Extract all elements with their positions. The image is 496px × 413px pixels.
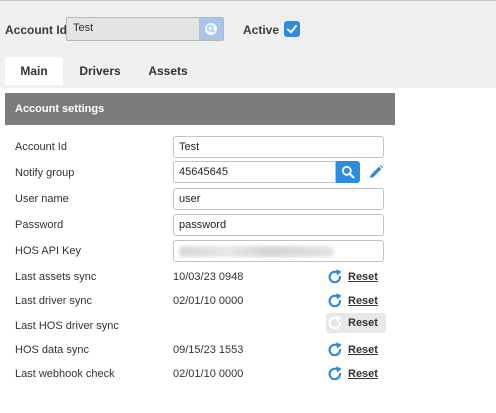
password-label: Password <box>15 219 64 231</box>
refresh-icon <box>328 315 342 330</box>
reset-label: Reset <box>348 368 378 380</box>
last-webhook-check-label: Last webhook check <box>15 368 115 380</box>
reset-driver-sync-button[interactable]: Reset <box>326 291 386 311</box>
reset-label: Reset <box>348 295 378 307</box>
refresh-icon <box>328 342 342 357</box>
tab-assets[interactable]: Assets <box>140 57 196 85</box>
reset-label: Reset <box>348 317 378 329</box>
reset-label: Reset <box>348 344 378 356</box>
password-field[interactable]: password <box>173 214 384 236</box>
last-assets-sync-value: 10/03/23 0948 <box>173 271 244 283</box>
last-webhook-check-value: 02/01/10 0000 <box>173 368 244 380</box>
last-driver-sync-label: Last driver sync <box>15 295 93 307</box>
hos-data-sync-value: 09/15/23 1553 <box>173 344 244 356</box>
user-name-field[interactable]: user <box>173 188 384 210</box>
refresh-icon <box>328 293 342 308</box>
search-icon <box>341 165 355 179</box>
notify-group-field[interactable]: 45645645 <box>173 161 336 183</box>
tab-main[interactable]: Main <box>5 57 63 85</box>
hos-api-key-field[interactable] <box>173 240 384 262</box>
notify-group-search-button[interactable] <box>336 161 360 183</box>
account-search-button[interactable] <box>199 18 223 40</box>
refresh-icon <box>328 366 342 381</box>
hos-api-key-label: HOS API Key <box>15 245 82 257</box>
notify-group-label: Notify group <box>15 167 75 179</box>
active-checkbox[interactable] <box>284 21 300 37</box>
account-id-field-label: Account Id <box>15 141 67 153</box>
reset-assets-sync-button[interactable]: Reset <box>326 267 386 287</box>
last-assets-sync-label: Last assets sync <box>15 271 97 283</box>
last-driver-sync-value: 02/01/10 0000 <box>173 295 244 307</box>
reset-webhook-check-button[interactable]: Reset <box>326 364 386 384</box>
pencil-icon <box>370 165 383 178</box>
last-hos-driver-sync-label: Last HOS driver sync <box>15 320 119 332</box>
active-label: Active <box>243 23 280 37</box>
account-id-field[interactable]: Test <box>173 136 384 158</box>
reset-hos-data-sync-button[interactable]: Reset <box>326 340 386 360</box>
reset-hos-driver-sync-button[interactable]: Reset <box>326 313 386 333</box>
user-name-label: User name <box>15 193 69 205</box>
account-settings-header: Account settings <box>5 93 395 125</box>
hos-data-sync-label: HOS data sync <box>15 344 89 356</box>
account-id-label: Account Id <box>5 23 67 37</box>
reset-label: Reset <box>348 271 378 283</box>
notify-group-edit-button[interactable] <box>366 163 386 181</box>
redacted-value <box>179 246 334 257</box>
refresh-icon <box>328 269 342 284</box>
tab-drivers[interactable]: Drivers <box>72 57 128 85</box>
account-toolbar: Account Id Test Active Main Drivers Asse… <box>0 0 496 88</box>
check-icon <box>287 25 297 34</box>
search-icon <box>205 23 217 35</box>
